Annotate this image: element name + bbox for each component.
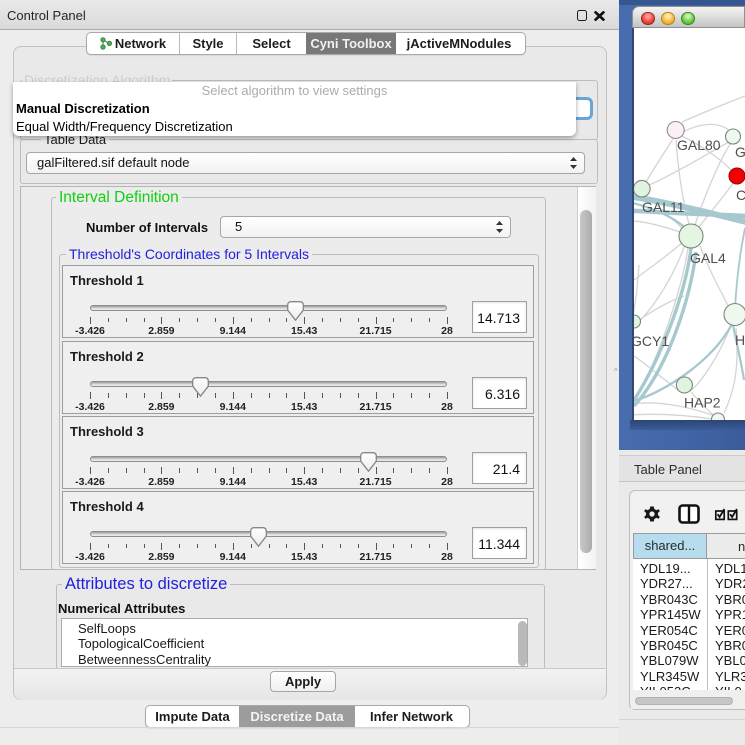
svg-text:HAP2: HAP2 bbox=[684, 395, 721, 411]
svg-text:GCY1: GCY1 bbox=[632, 333, 669, 349]
svg-text:H: H bbox=[735, 332, 745, 348]
svg-text:GA: GA bbox=[735, 144, 745, 160]
svg-text:GAL11: GAL11 bbox=[642, 199, 685, 215]
svg-text:GAL4: GAL4 bbox=[690, 250, 726, 266]
svg-text:GAL80: GAL80 bbox=[677, 137, 721, 153]
svg-text:C: C bbox=[736, 187, 745, 203]
